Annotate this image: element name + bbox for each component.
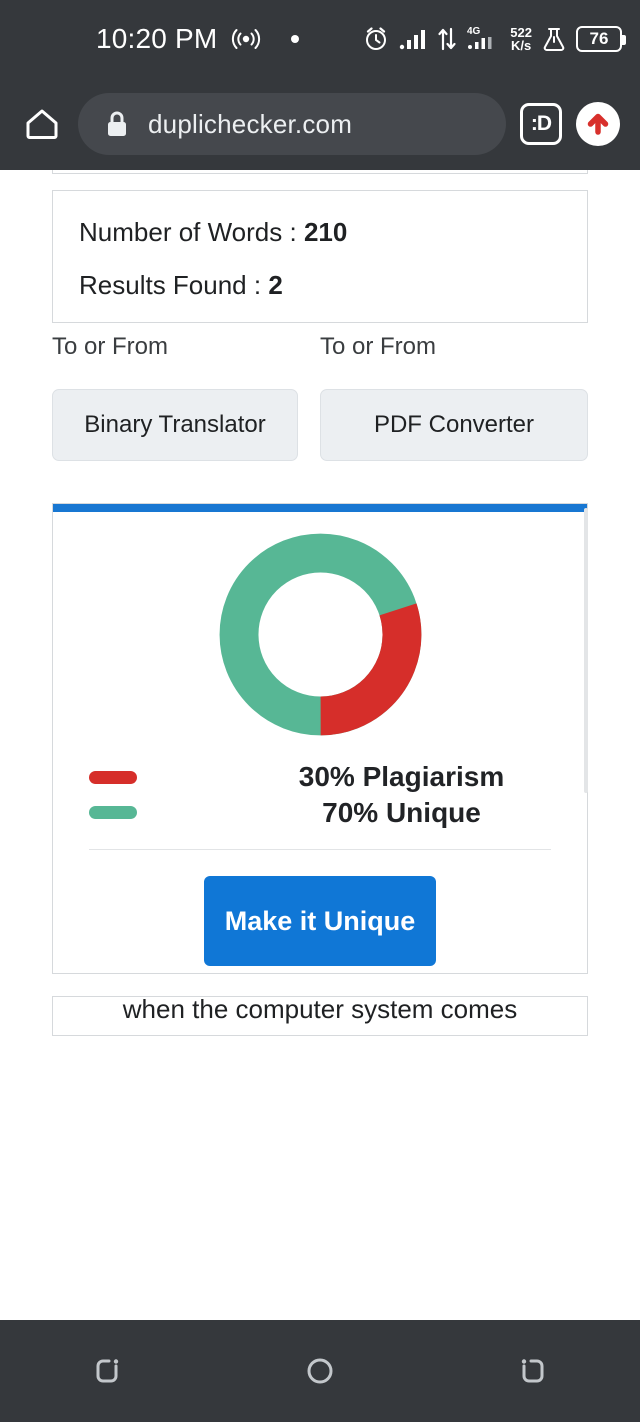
status-time: 10:20 PM	[96, 23, 218, 54]
net-speed-indicator: 522 K/s	[510, 26, 532, 52]
binary-translator-button[interactable]: Binary Translator	[52, 389, 298, 461]
status-bar-left: 10:20 PM	[96, 23, 300, 55]
results-found-row: Results Found : 2	[79, 270, 561, 301]
android-navigation-bar	[0, 1320, 640, 1422]
phone-screen: 10:20 PM 4G 522 K/s 76 duplichecker.com …	[0, 0, 640, 1422]
next-result-text: when the computer system comes	[122, 996, 518, 1024]
data-transfer-icon	[438, 27, 456, 51]
broadcast-icon	[232, 29, 261, 49]
tools-row: To or From Binary Translator To or From …	[52, 333, 588, 461]
legend-label-unique: 70% Unique	[322, 797, 481, 828]
upload-button[interactable]	[576, 102, 620, 146]
legend-texts: 30% Plagiarism 70% Unique	[228, 761, 587, 829]
previous-card-sliver	[52, 170, 588, 174]
plagiarism-donut-chart	[219, 533, 421, 736]
donut-chart-container	[53, 512, 587, 757]
tool-pdf-converter: To or From PDF Converter	[320, 333, 588, 461]
alarm-clock-icon	[366, 27, 387, 50]
recents-button[interactable]	[62, 1341, 152, 1401]
tool-label-pdf: To or From	[320, 333, 437, 360]
results-found-value: 2	[268, 270, 283, 300]
tool-binary-translator: To or From Binary Translator	[52, 333, 320, 461]
status-bar: 10:20 PM 4G 522 K/s 76	[0, 0, 640, 78]
back-icon	[522, 1359, 544, 1383]
pdf-converter-button[interactable]: PDF Converter	[320, 389, 588, 461]
profile-button[interactable]: :D	[520, 103, 562, 145]
dot-indicator	[291, 35, 300, 43]
results-found-label: Results Found :	[79, 270, 269, 300]
home-button[interactable]	[275, 1341, 365, 1401]
address-bar[interactable]: duplichecker.com	[78, 93, 506, 155]
network-signal-icon: 4G	[467, 26, 492, 49]
battery-indicator: 76	[576, 26, 626, 52]
words-count-label: Number of Words :	[79, 217, 304, 247]
words-count-value: 210	[303, 217, 348, 247]
browser-toolbar: duplichecker.com :D	[0, 78, 640, 170]
flask-alert-icon	[543, 28, 565, 51]
home-circle-icon	[307, 1358, 333, 1384]
battery-level: 76	[589, 29, 609, 48]
lock-icon	[108, 111, 126, 136]
page-scrollbar[interactable]	[584, 508, 588, 793]
next-result-card: when the computer system comes	[52, 996, 588, 1036]
words-count-row: Number of Words : 210	[79, 217, 561, 248]
stats-card: Number of Words : 210 Results Found : 2	[52, 190, 588, 323]
url-text: duplichecker.com	[148, 108, 353, 139]
upload-arrow-icon	[587, 113, 609, 135]
legend-swatches	[53, 771, 228, 819]
home-icon[interactable]	[20, 102, 64, 146]
tool-label-binary: To or From	[52, 333, 169, 360]
legend-swatch-plagiarism	[89, 771, 137, 784]
net-speed-unit: K/s	[511, 38, 532, 53]
status-bar-right: 4G 522 K/s 76	[362, 25, 626, 53]
legend-label-plagiarism: 30% Plagiarism	[298, 761, 505, 792]
recents-icon	[96, 1359, 118, 1383]
signal-bars-icon	[400, 30, 426, 50]
svg-text:4G: 4G	[467, 26, 481, 37]
legend-swatch-unique	[89, 806, 137, 819]
back-button[interactable]	[488, 1341, 578, 1401]
card-accent-bar	[53, 504, 587, 512]
make-it-unique-button[interactable]: Make it Unique	[204, 876, 436, 966]
chart-legend: 30% Plagiarism 70% Unique	[53, 757, 587, 829]
webpage-content: Number of Words : 210 Results Found : 2 …	[0, 170, 640, 1320]
profile-label: :D	[530, 112, 552, 135]
cta-buttons: Make it Unique Start New Search	[53, 850, 587, 973]
plagiarism-result-card: 30% Plagiarism 70% Unique Make it Unique…	[52, 503, 588, 974]
